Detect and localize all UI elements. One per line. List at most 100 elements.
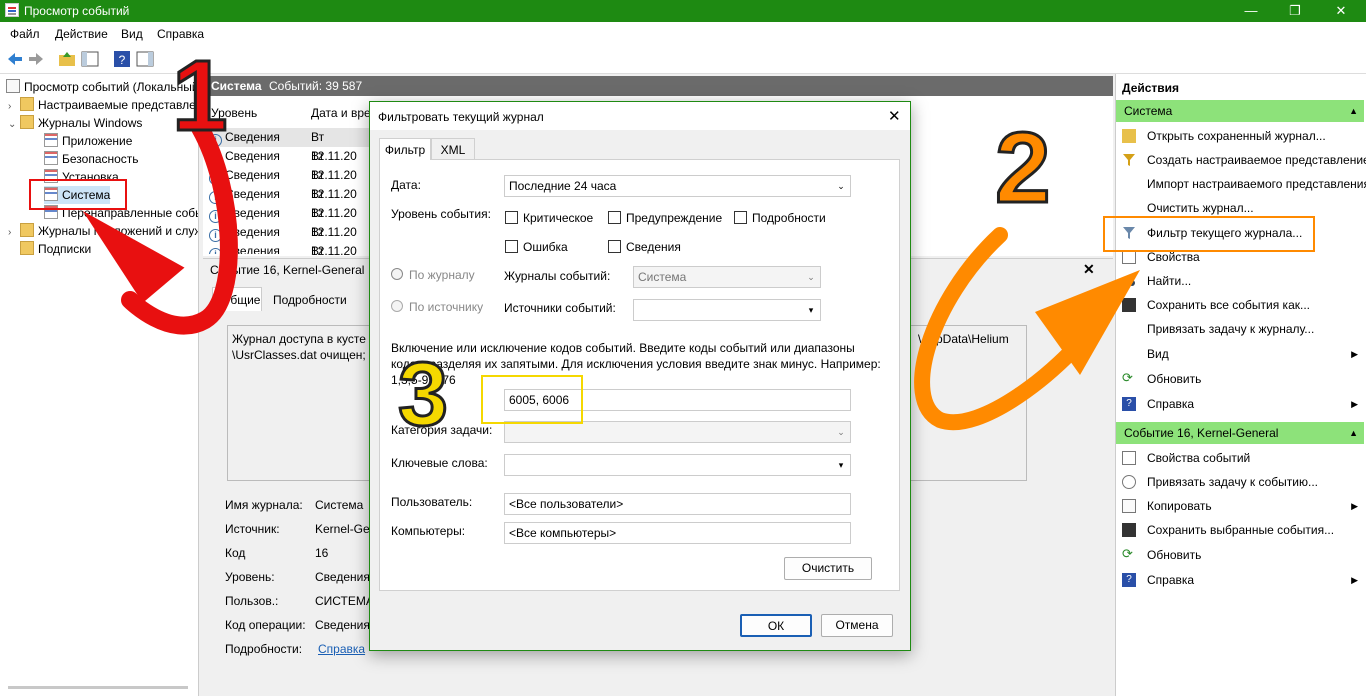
- copy-icon: [1122, 499, 1136, 513]
- action-refresh-2[interactable]: ⟳ Обновить: [1120, 545, 1360, 565]
- help-link[interactable]: Справка: [318, 642, 365, 656]
- tree-item-security[interactable]: Безопасность: [44, 150, 139, 168]
- user-input[interactable]: <Все пользователи>: [504, 493, 851, 515]
- table-row[interactable]: iСведенияВт 12.11.20: [203, 147, 373, 182]
- action-attach-task-log[interactable]: Привязать задачу к журналу...: [1120, 319, 1360, 339]
- submenu-arrow-icon: ▶: [1351, 349, 1358, 359]
- chevron-down-icon: ▾: [808, 305, 814, 315]
- prop-value: 16: [315, 546, 329, 560]
- table-row[interactable]: iСведенияВт 12.11.20: [203, 128, 373, 163]
- checkbox-critical[interactable]: [505, 211, 518, 224]
- close-button[interactable]: ✕: [1318, 0, 1364, 22]
- help-icon: ?: [1122, 397, 1136, 411]
- chevron-down-icon: ⌄: [837, 181, 845, 191]
- tree-root[interactable]: Просмотр событий (Локальный): [6, 78, 198, 96]
- checkbox-error[interactable]: [505, 240, 518, 253]
- toolbar: ?: [0, 44, 1366, 74]
- tab-details[interactable]: Подробности: [273, 293, 347, 307]
- action-event-properties[interactable]: Свойства событий: [1120, 448, 1360, 468]
- action-attach-task-event[interactable]: Привязать задачу к событию...: [1120, 472, 1360, 492]
- menu-action[interactable]: Действие: [55, 27, 108, 41]
- action-import-view[interactable]: Импорт настраиваемого представления...: [1120, 174, 1366, 194]
- dialog-title-bar: Фильтровать текущий журнал ✕: [370, 102, 910, 130]
- actions-title: Действия: [1122, 81, 1180, 95]
- up-folder-icon[interactable]: [58, 50, 76, 68]
- action-clear-log[interactable]: Очистить журнал...: [1120, 198, 1360, 218]
- date-select[interactable]: Последние 24 часа ⌄: [504, 175, 851, 197]
- chevron-down-icon: ⌄: [837, 427, 845, 437]
- column-level[interactable]: Уровень: [211, 106, 257, 120]
- close-icon[interactable]: ✕: [1083, 261, 1095, 278]
- radio-by-log[interactable]: [391, 268, 403, 280]
- table-row[interactable]: iСведенияВт 12.11.20: [203, 223, 373, 258]
- action-create-view[interactable]: Создать настраиваемое представление...: [1120, 150, 1366, 170]
- action-refresh[interactable]: ⟳ Обновить: [1120, 369, 1360, 389]
- maximize-button[interactable]: ❐: [1272, 0, 1318, 22]
- back-icon[interactable]: [6, 50, 24, 68]
- show-hide-action-icon[interactable]: [136, 50, 154, 68]
- menu-help[interactable]: Справка: [157, 27, 204, 41]
- highlight-box-system: [29, 179, 127, 210]
- checkbox-info[interactable]: [608, 240, 621, 253]
- dialog-title: Фильтровать текущий журнал: [378, 110, 544, 124]
- tree-item-windows-logs[interactable]: ⌄ Журналы Windows: [8, 114, 142, 132]
- action-save-all[interactable]: Сохранить все события как...: [1120, 295, 1360, 315]
- task-select[interactable]: ⌄: [504, 421, 851, 443]
- action-open-saved[interactable]: Открыть сохраненный журнал...: [1120, 126, 1360, 146]
- table-row[interactable]: iСведенияВт 12.11.20: [203, 204, 373, 239]
- prop-label: Источник:: [225, 522, 280, 536]
- minimize-button[interactable]: —: [1228, 0, 1274, 22]
- help-icon[interactable]: ?: [113, 50, 131, 68]
- svg-text:?: ?: [119, 53, 126, 67]
- prop-label: Код: [225, 546, 246, 560]
- action-copy[interactable]: Копировать ▶: [1120, 496, 1360, 516]
- section-event[interactable]: Событие 16, Kernel-General ▲: [1116, 422, 1364, 444]
- table-row[interactable]: iСведенияВт 12.11.20: [203, 185, 373, 220]
- clear-button[interactable]: Очистить: [784, 557, 872, 580]
- checkbox-warning[interactable]: [608, 211, 621, 224]
- binoculars-icon: [1122, 274, 1136, 288]
- ok-button[interactable]: ОК: [740, 614, 812, 637]
- filter-add-icon: [1122, 153, 1136, 167]
- sources-select[interactable]: ▾: [633, 299, 821, 321]
- tab-filter[interactable]: Фильтр: [379, 138, 431, 160]
- tree-scrollbar[interactable]: [8, 686, 188, 689]
- tab-general[interactable]: Общие: [212, 287, 262, 311]
- prop-label: Пользов.:: [225, 594, 279, 608]
- radio-by-source[interactable]: [391, 300, 403, 312]
- tab-xml[interactable]: XML: [431, 138, 475, 160]
- action-help[interactable]: ? Справка ▶: [1120, 394, 1360, 414]
- tree-item-subscriptions[interactable]: Подписки: [20, 240, 91, 258]
- chevron-down-icon: ⌄: [807, 272, 815, 282]
- date-label: Дата:: [391, 178, 421, 192]
- table-row[interactable]: iСведенияВт 12.11.20: [203, 242, 373, 254]
- level-label: Уровень события:: [391, 207, 491, 221]
- tree-item-application[interactable]: Приложение: [44, 132, 132, 150]
- info-icon: i: [209, 172, 222, 185]
- section-system[interactable]: Система ▲: [1116, 100, 1364, 122]
- keywords-select[interactable]: ▾: [504, 454, 851, 476]
- show-hide-tree-icon[interactable]: [81, 50, 99, 68]
- user-label: Пользователь:: [391, 495, 473, 509]
- checkbox-verbose[interactable]: [734, 211, 747, 224]
- action-find[interactable]: Найти...: [1120, 271, 1360, 291]
- folder-icon: [20, 97, 34, 111]
- action-view[interactable]: Вид ▶: [1120, 344, 1360, 364]
- computer-input[interactable]: <Все компьютеры>: [504, 522, 851, 544]
- cancel-button[interactable]: Отмена: [821, 614, 893, 637]
- tree-item-custom-views[interactable]: › Настраиваемые представления: [8, 96, 198, 114]
- dialog-close-icon[interactable]: ✕: [888, 107, 901, 125]
- logs-select[interactable]: Система ⌄: [633, 266, 821, 288]
- menu-file[interactable]: Файл: [10, 27, 40, 41]
- tree-item-app-service-logs[interactable]: › Журналы приложений и служб: [8, 222, 198, 240]
- window-title: Просмотр событий: [24, 4, 130, 18]
- properties-icon: [1122, 451, 1136, 465]
- table-row[interactable]: iСведенияВт 12.11.20: [203, 166, 373, 201]
- info-icon: i: [209, 248, 222, 254]
- forward-icon[interactable]: [27, 50, 45, 68]
- menu-bar: Файл Действие Вид Справка: [0, 22, 1366, 44]
- action-save-selected[interactable]: Сохранить выбранные события...: [1120, 520, 1360, 540]
- action-help-2[interactable]: ? Справка ▶: [1120, 570, 1360, 590]
- menu-view[interactable]: Вид: [121, 27, 143, 41]
- refresh-icon: ⟳: [1122, 370, 1133, 385]
